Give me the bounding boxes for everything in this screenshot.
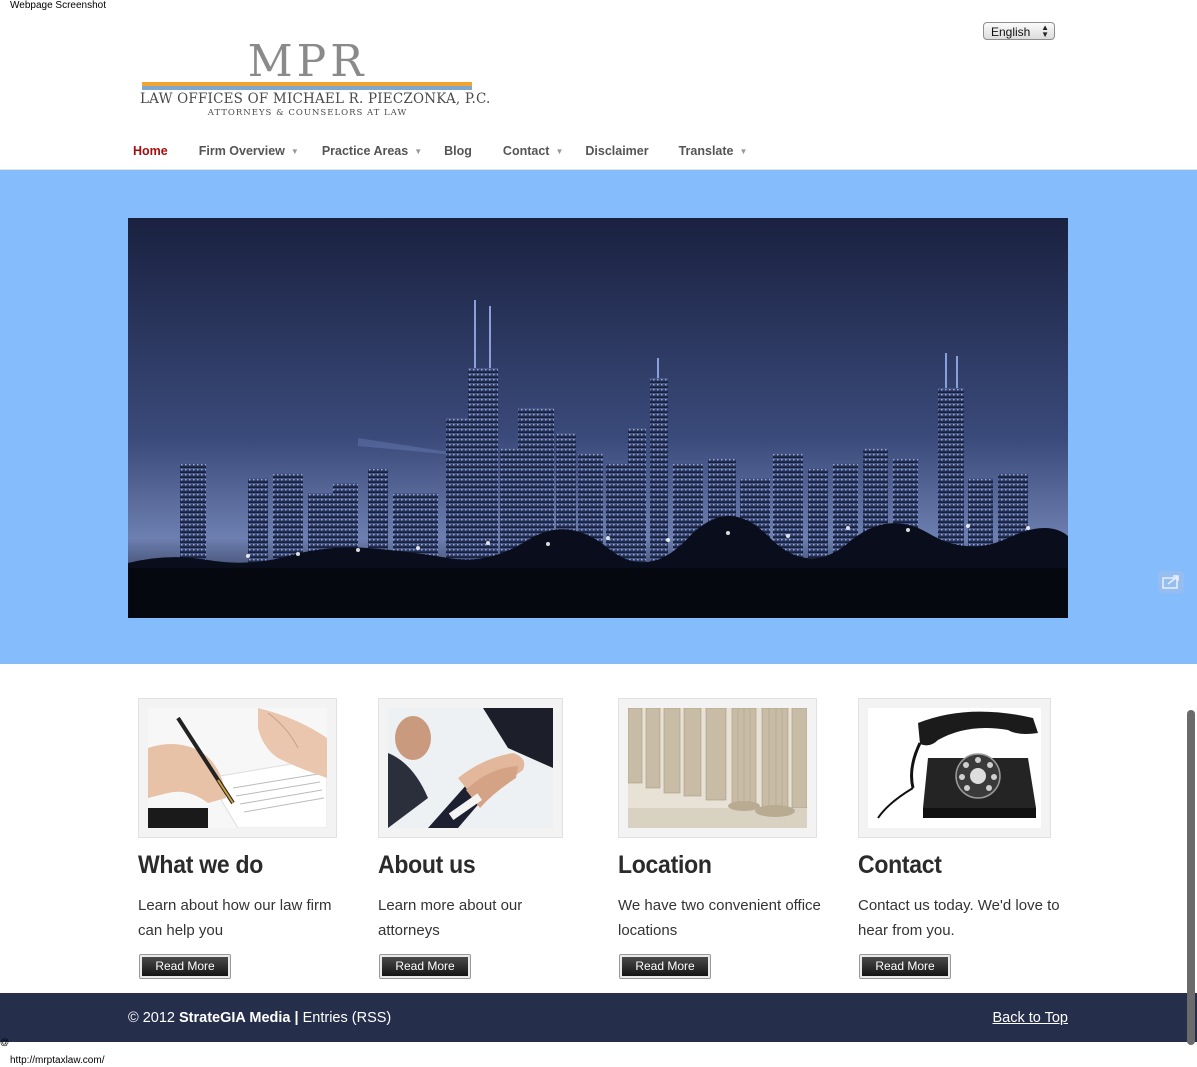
language-select[interactable]: English ▲ ▼ xyxy=(983,22,1055,40)
read-more-label: Read More xyxy=(382,957,468,976)
nav-item-home[interactable]: Home xyxy=(133,144,168,158)
nav-item-firm-overview[interactable]: Firm Overview ▼ xyxy=(199,144,299,158)
footer-company-link[interactable]: StrateGIA Media xyxy=(179,1010,290,1026)
hero-banner xyxy=(0,170,1197,664)
logo-firm-name: LAW OFFICES OF MICHAEL R. PIECZONKA, P.C… xyxy=(140,91,491,107)
select-arrows-icon: ▲ ▼ xyxy=(1041,23,1049,39)
card-title: Location xyxy=(618,851,712,879)
nav-item-label: Translate xyxy=(678,144,734,158)
card-description: Learn about how our law firm can help yo… xyxy=(138,897,332,939)
back-to-top-link[interactable]: Back to Top xyxy=(992,1010,1068,1026)
card-description: We have two convenient office locations xyxy=(618,897,821,939)
chevron-down-icon: ▼ xyxy=(555,146,564,156)
footer-credits: © 2012 StrateGIA Media | Entries (RSS) xyxy=(128,1010,391,1026)
page-scrollbar[interactable] xyxy=(1187,710,1195,1045)
nav-item-label: Contact xyxy=(502,144,550,158)
nav-item-translate[interactable]: Translate ▼ xyxy=(679,144,748,158)
chevron-down-icon: ▼ xyxy=(414,146,423,156)
main-nav: Home Firm Overview ▼ Practice Areas ▼ Bl… xyxy=(133,141,747,161)
site-footer: © 2012 StrateGIA Media | Entries (RSS) B… xyxy=(0,993,1197,1042)
card-description: Contact us today. We'd love to hear from… xyxy=(858,897,1060,939)
card-description: Learn more about our attorneys xyxy=(378,897,523,939)
language-selected-value: English xyxy=(991,25,1031,39)
logo-stripe xyxy=(142,82,472,90)
card-title: About us xyxy=(378,851,476,879)
window-caption: Webpage Screenshot xyxy=(10,0,106,11)
footer-entries-rss-link[interactable]: Entries (RSS) xyxy=(303,1010,392,1026)
read-more-button[interactable]: Read More xyxy=(619,954,711,979)
nav-item-disclaimer[interactable]: Disclaimer xyxy=(585,144,648,158)
nav-item-blog[interactable]: Blog xyxy=(444,144,472,158)
nav-item-label: Blog xyxy=(444,144,472,158)
card-image-handshake[interactable] xyxy=(378,698,563,838)
card-image-rotary-telephone[interactable] xyxy=(858,698,1051,838)
logo-tagline: ATTORNEYS & COUNSELORS AT LAW xyxy=(207,108,408,118)
footer-separator: | xyxy=(294,1010,299,1026)
read-more-label: Read More xyxy=(862,957,948,976)
nav-item-label: Firm Overview xyxy=(198,144,285,158)
logo-mark: MPR xyxy=(247,36,368,87)
card-title: Contact xyxy=(858,851,942,879)
share-icon[interactable] xyxy=(1158,571,1184,593)
nav-item-label: Home xyxy=(133,144,168,158)
read-more-button[interactable]: Read More xyxy=(859,954,951,979)
corner-mark: @ xyxy=(0,1037,10,1047)
nav-item-label: Practice Areas xyxy=(321,144,409,158)
page-url: http://mrptaxlaw.com/ xyxy=(10,1055,105,1066)
card-image-columns[interactable] xyxy=(618,698,817,838)
hero-skyline-image[interactable] xyxy=(128,218,1068,618)
card-image-signing-document[interactable] xyxy=(138,698,337,838)
nav-item-practice-areas[interactable]: Practice Areas ▼ xyxy=(322,144,422,158)
chevron-down-icon: ▼ xyxy=(290,146,299,156)
read-more-button[interactable]: Read More xyxy=(139,954,231,979)
read-more-label: Read More xyxy=(622,957,708,976)
footer-copyright: © 2012 xyxy=(128,1010,175,1026)
read-more-button[interactable]: Read More xyxy=(379,954,471,979)
nav-item-contact[interactable]: Contact ▼ xyxy=(503,144,563,158)
nav-item-label: Disclaimer xyxy=(585,144,649,158)
chevron-down-icon: ▼ xyxy=(739,146,748,156)
read-more-label: Read More xyxy=(142,957,228,976)
card-title: What we do xyxy=(138,851,264,879)
site-logo[interactable]: MPR LAW OFFICES OF MICHAEL R. PIECZONKA,… xyxy=(140,36,491,122)
